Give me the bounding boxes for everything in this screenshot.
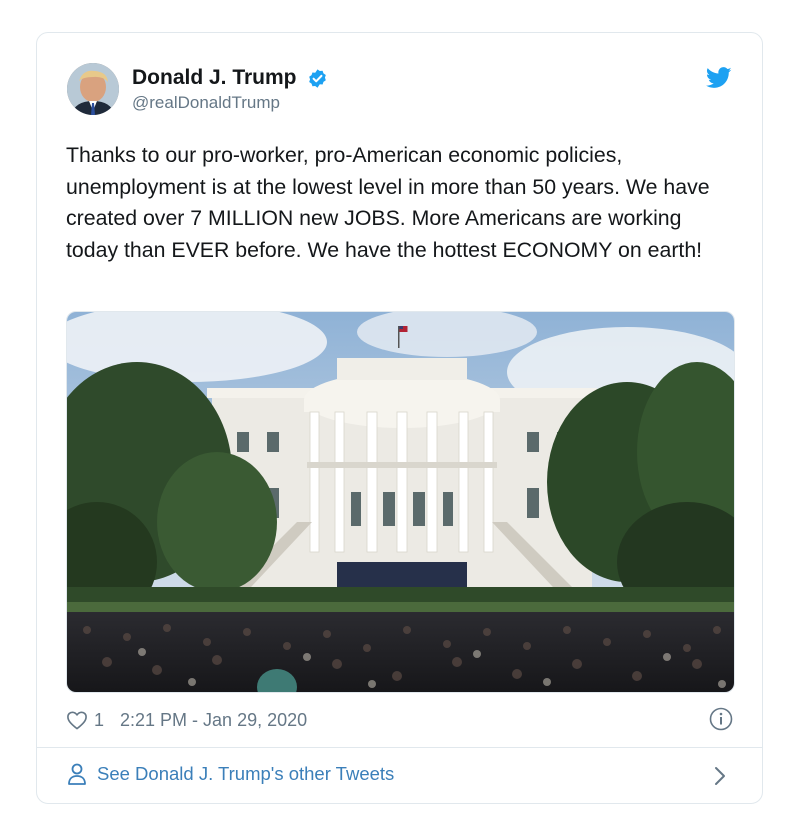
twitter-bird-icon[interactable]	[706, 67, 732, 89]
see-other-tweets-label[interactable]: See Donald J. Trump's other Tweets	[97, 763, 394, 785]
tweet-photo[interactable]	[66, 311, 735, 693]
avatar[interactable]	[67, 63, 119, 115]
tweet-meta: 1 2:21 PM - Jan 29, 2020	[66, 707, 307, 733]
tweet-text: Thanks to our pro-worker, pro-American e…	[66, 143, 710, 262]
embedded-tweet-card: Donald J. Trump @realDonaldTrump Thanks …	[36, 32, 763, 804]
verified-badge-icon	[309, 68, 326, 88]
see-other-tweets-link[interactable]: See Donald J. Trump's other Tweets	[67, 763, 394, 785]
chevron-right-icon[interactable]	[713, 766, 727, 786]
person-icon	[68, 763, 86, 785]
info-icon[interactable]	[709, 707, 733, 731]
author-display-name[interactable]: Donald J. Trump	[132, 66, 297, 90]
author-block[interactable]: Donald J. Trump @realDonaldTrump	[132, 66, 328, 113]
heart-icon[interactable]	[66, 710, 88, 730]
tweet-timestamp[interactable]: 2:21 PM - Jan 29, 2020	[120, 710, 307, 731]
author-handle[interactable]: @realDonaldTrump	[132, 93, 328, 113]
divider	[37, 747, 762, 748]
like-count: 1	[94, 709, 105, 730]
